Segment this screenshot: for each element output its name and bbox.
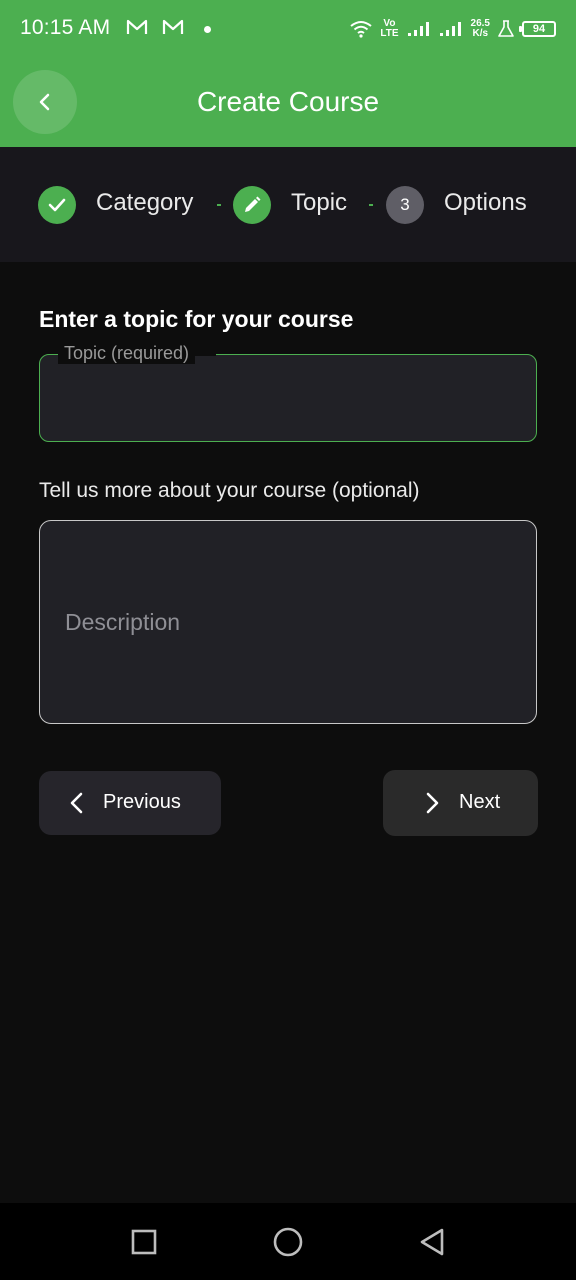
step-category-indicator[interactable]: [38, 186, 76, 224]
speed-indicator: 26.5 K/s: [470, 18, 490, 39]
step-category-label[interactable]: Category: [96, 189, 193, 217]
step-separator: [369, 204, 373, 206]
form-heading: Enter a topic for your course: [39, 306, 354, 332]
step-options-indicator[interactable]: 3: [386, 186, 424, 224]
step-topic-label[interactable]: Topic: [291, 189, 347, 217]
next-button[interactable]: Next: [383, 770, 538, 836]
step-separator: [217, 204, 221, 206]
topic-label: Topic (required): [58, 343, 196, 364]
step-options-label[interactable]: Options: [444, 189, 527, 217]
gmail-icon: [162, 19, 184, 34]
home-button[interactable]: [271, 1225, 305, 1259]
flask-icon: [498, 20, 514, 37]
signal-icon: [439, 22, 461, 36]
check-icon: [48, 198, 66, 212]
status-icons: Vo LTE 26.5 K/s 94: [350, 14, 556, 44]
next-button-label: Next: [459, 791, 501, 813]
wifi-icon: [350, 21, 372, 38]
chevron-left-icon: [70, 792, 83, 814]
system-back-button[interactable]: [415, 1225, 449, 1259]
step-topic-indicator[interactable]: [233, 186, 271, 224]
home-circle-icon: [273, 1227, 303, 1257]
recents-button[interactable]: [127, 1225, 161, 1259]
signal-icon: [407, 22, 429, 36]
description-input[interactable]: Description: [39, 520, 537, 724]
chevron-right-icon: [426, 792, 439, 814]
back-triangle-icon: [420, 1228, 444, 1256]
gmail-icon: [126, 19, 148, 34]
battery-icon: 94: [519, 21, 556, 37]
recents-square-icon: [131, 1229, 157, 1255]
system-nav-bar: [0, 1203, 576, 1280]
status-bar: 10:15 AM Vo LTE 26.5 K/s 94: [0, 0, 576, 60]
previous-button[interactable]: Previous: [39, 771, 221, 835]
previous-button-label: Previous: [103, 791, 181, 813]
app-header: 10:15 AM Vo LTE 26.5 K/s 94 Create Cours…: [0, 0, 576, 147]
description-heading: Tell us more about your course (optional…: [39, 479, 420, 502]
page-title: Create Course: [196, 86, 380, 117]
description-placeholder: Description: [65, 609, 181, 635]
topic-input[interactable]: [39, 354, 537, 442]
volte-icon: Vo LTE: [380, 18, 399, 39]
status-time: 10:15 AM: [20, 16, 111, 39]
pencil-icon: [245, 196, 261, 212]
notification-dot: [204, 26, 211, 33]
